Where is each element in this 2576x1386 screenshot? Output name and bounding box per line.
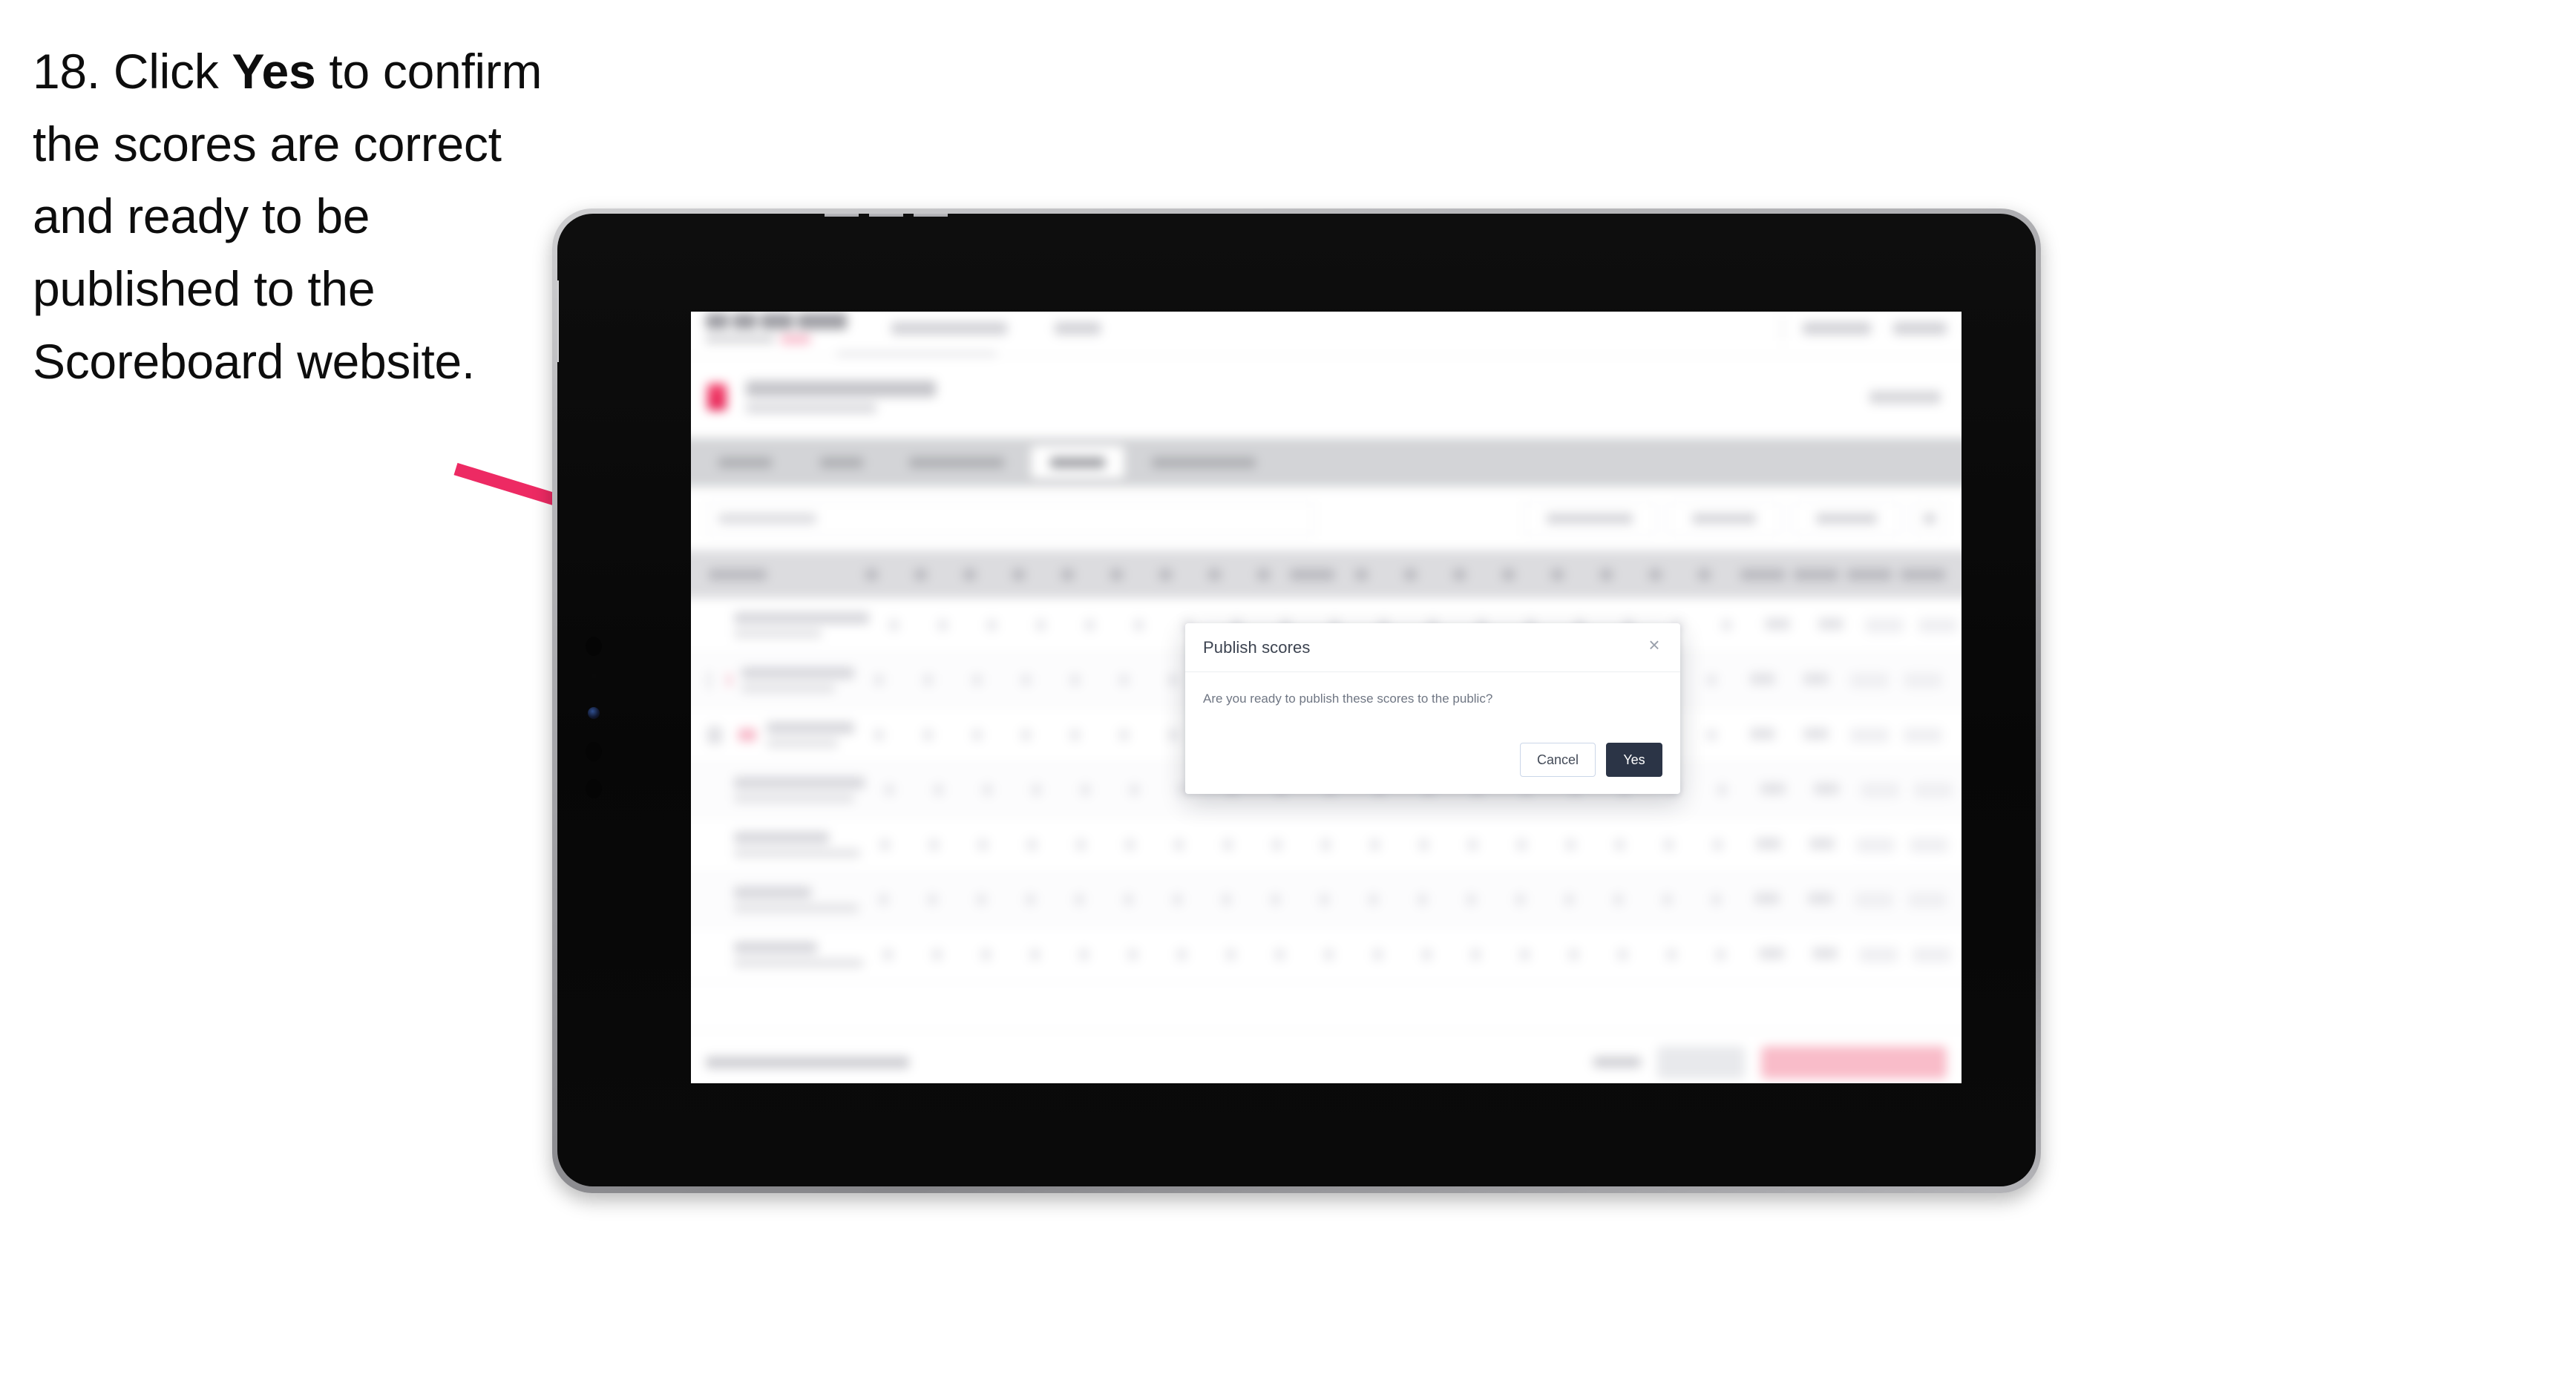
instruction-text: 18. Click Yes to confirm the scores are … (33, 36, 567, 398)
dialog-body: Are you ready to publish these scores to… (1185, 672, 1680, 709)
camera-dot-3 (586, 779, 602, 798)
dialog-footer: Cancel Yes (1185, 726, 1680, 794)
device-bezel: Publish scores × Are you ready to publis… (557, 214, 2036, 1186)
page-root: 18. Click Yes to confirm the scores are … (0, 0, 2576, 1386)
camera-dot-2 (586, 742, 602, 761)
device-top-button-2[interactable] (869, 214, 903, 217)
yes-button[interactable]: Yes (1606, 743, 1662, 777)
close-icon[interactable]: × (1643, 634, 1665, 656)
device-volume-button[interactable] (557, 280, 559, 362)
tablet-device: Publish scores × Are you ready to publis… (552, 208, 2041, 1193)
modal-layer: Publish scores × Are you ready to publis… (691, 312, 1962, 1083)
camera-dot-1 (586, 637, 602, 656)
instruction-text-before: Click (113, 44, 219, 99)
device-top-button-1[interactable] (825, 214, 859, 217)
publish-scores-dialog: Publish scores × Are you ready to publis… (1185, 623, 1680, 794)
cancel-button[interactable]: Cancel (1520, 743, 1596, 777)
instruction-emphasis: Yes (232, 44, 316, 99)
dialog-title: Publish scores (1203, 637, 1311, 657)
device-top-button-3[interactable] (914, 214, 948, 217)
dialog-message: Are you ready to publish these scores to… (1203, 692, 1493, 706)
instruction-step-number: 18. (33, 44, 100, 99)
camera-lens-icon (588, 707, 600, 719)
app-screen: Publish scores × Are you ready to publis… (691, 312, 1962, 1083)
dialog-header: Publish scores × (1185, 623, 1680, 672)
sensor-dot (591, 674, 597, 679)
